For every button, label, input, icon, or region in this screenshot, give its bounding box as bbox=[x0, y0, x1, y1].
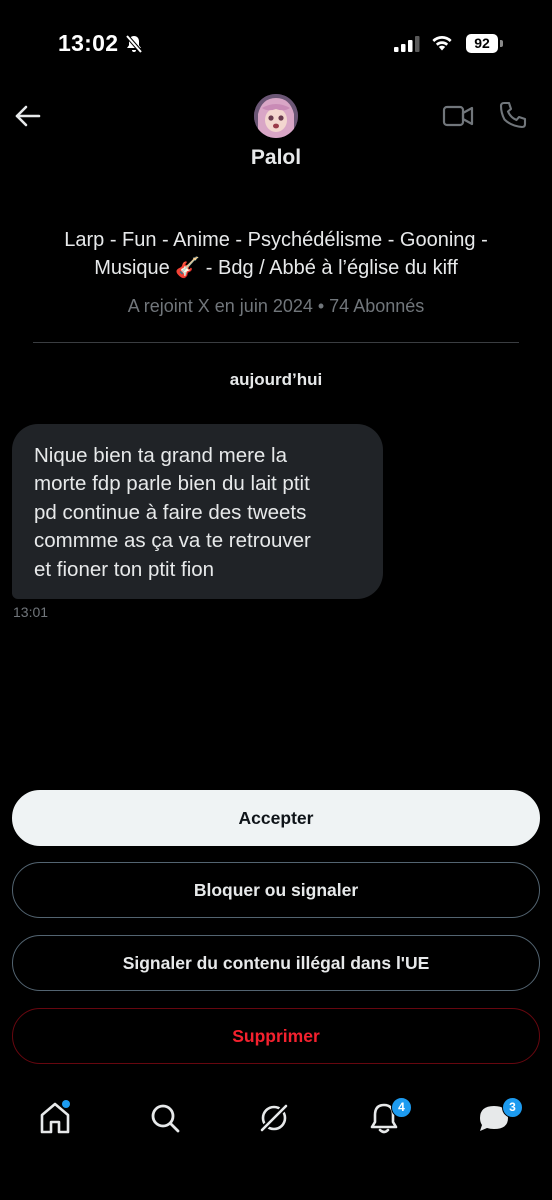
date-separator: aujourd’hui bbox=[229, 370, 323, 389]
profile-name[interactable]: Palol bbox=[0, 146, 552, 170]
video-camera-icon bbox=[442, 105, 474, 127]
message-text: Nique bien ta grand mere la morte fdp pa… bbox=[34, 444, 311, 581]
back-button[interactable] bbox=[10, 100, 46, 132]
battery-tip bbox=[500, 40, 503, 47]
delete-button[interactable]: Supprimer bbox=[12, 1008, 540, 1064]
arrow-left-icon bbox=[15, 105, 41, 127]
home-notification-dot bbox=[62, 1100, 70, 1108]
search-icon bbox=[151, 1104, 180, 1133]
messages-badge: 3 bbox=[502, 1097, 523, 1118]
grok-icon bbox=[258, 1102, 290, 1134]
nav-notifications[interactable]: 4 bbox=[364, 1097, 412, 1138]
nav-home[interactable] bbox=[35, 1098, 75, 1138]
nav-messages[interactable]: 3 bbox=[474, 1097, 523, 1138]
nav-search[interactable] bbox=[145, 1098, 185, 1138]
block-or-report-button[interactable]: Bloquer ou signaler bbox=[12, 862, 540, 918]
phone-icon bbox=[499, 101, 527, 129]
report-illegal-content-button[interactable]: Signaler du contenu illégal dans l'UE bbox=[12, 935, 540, 991]
voice-call-button[interactable] bbox=[498, 100, 528, 130]
nav-grok[interactable] bbox=[254, 1098, 294, 1138]
status-bar: 13:02 92 bbox=[0, 0, 552, 90]
wifi-icon bbox=[432, 35, 452, 51]
cellular-signal-icon bbox=[394, 36, 420, 52]
profile-bio: Larp - Fun - Anime - Psychédélisme - Goo… bbox=[64, 229, 488, 279]
profile-joined-followers: A rejoint X en juin 2024 • 74 Abonnés bbox=[127, 296, 425, 316]
video-call-button[interactable] bbox=[442, 102, 474, 130]
notifications-badge: 4 bbox=[391, 1097, 412, 1118]
message-timestamp: 13:01 bbox=[13, 604, 49, 620]
battery-icon: 92 bbox=[466, 34, 498, 53]
divider bbox=[33, 342, 519, 343]
message-bubble[interactable]: Nique bien ta grand mere la morte fdp pa… bbox=[12, 424, 383, 599]
avatar[interactable] bbox=[254, 94, 298, 138]
accept-button[interactable]: Accepter bbox=[12, 790, 540, 846]
bell-slash-icon bbox=[125, 34, 143, 54]
status-time: 13:02 bbox=[58, 30, 119, 56]
